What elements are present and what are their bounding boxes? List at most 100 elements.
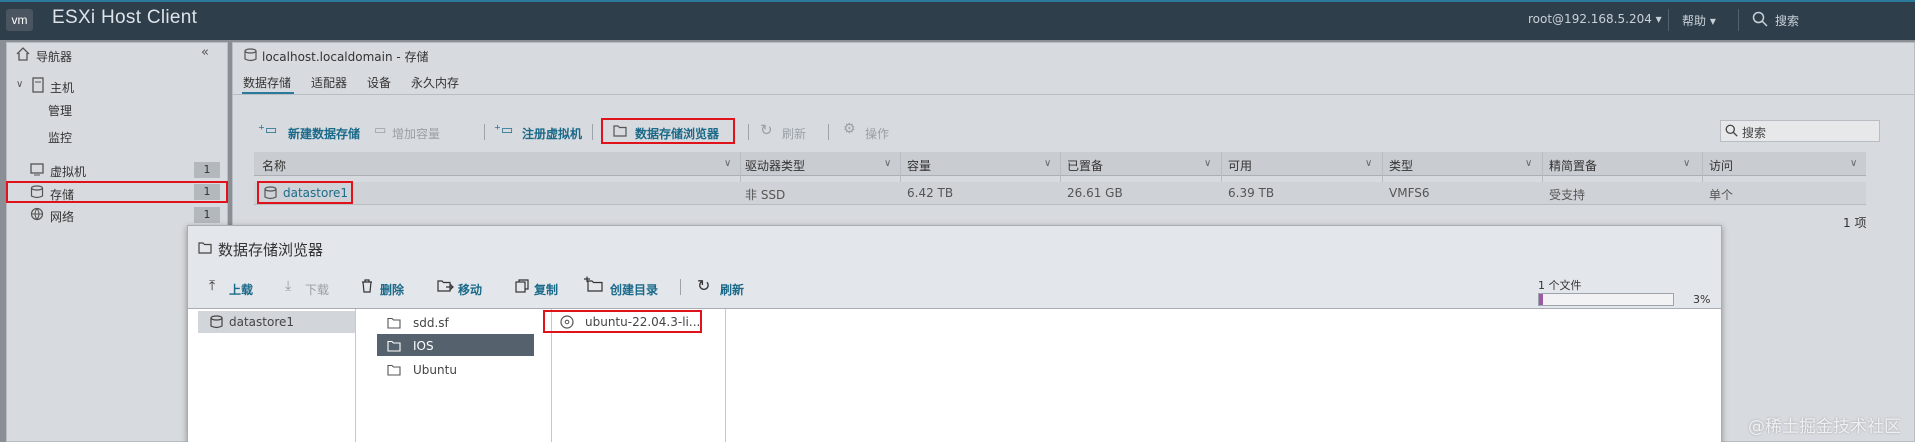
datastore-item[interactable]: datastore1: [229, 315, 294, 329]
toolbar-divider: [828, 124, 829, 140]
delete-button[interactable]: 删除: [380, 281, 404, 298]
folder-item[interactable]: sdd.sf: [413, 316, 449, 330]
table-row[interactable]: [254, 182, 1866, 204]
cell-name-link[interactable]: datastore1: [283, 186, 348, 200]
cell-free: 6.39 TB: [1228, 186, 1275, 200]
upload-progress-fill: [1539, 294, 1543, 305]
trash-icon: [361, 279, 373, 293]
header-divider: [1738, 9, 1739, 31]
tab-datastores[interactable]: 数据存储: [243, 74, 291, 91]
breadcrumb: localhost.localdomain - 存储: [262, 50, 429, 64]
vm-count-badge: 1: [194, 162, 220, 178]
new-datastore-icon: ⁺▭: [258, 123, 278, 138]
collapse-icon[interactable]: «: [201, 45, 209, 60]
copy-icon: [515, 279, 529, 293]
datastore-icon: [264, 186, 277, 200]
column-header-capacity[interactable]: 容量: [907, 157, 931, 174]
actions-button[interactable]: 操作: [865, 125, 889, 142]
progress-label: 1 个文件: [1538, 279, 1582, 292]
chevron-down-icon[interactable]: ∨: [1044, 158, 1051, 169]
host-icon: [32, 77, 44, 93]
cell-access: 单个: [1709, 188, 1734, 202]
chevron-down-icon[interactable]: ∨: [1683, 158, 1690, 169]
chevron-down-icon[interactable]: ∨: [1850, 158, 1857, 169]
upload-icon: ⤒: [209, 278, 216, 294]
watermark: @稀土掘金技术社区: [1748, 417, 1901, 437]
chevron-down-icon[interactable]: ∨: [16, 79, 23, 90]
navigator-icon: [15, 46, 31, 62]
cell-drive-type: 非 SSD: [745, 188, 786, 202]
app-title: ESXi Host Client: [52, 7, 198, 28]
column-header-thin-provisioning[interactable]: 精简置备: [1549, 157, 1597, 174]
tab-devices[interactable]: 设备: [367, 74, 391, 91]
increase-capacity-button[interactable]: 增加容量: [392, 125, 440, 142]
register-vm-icon: ⁺▭: [494, 123, 514, 138]
datastore-browser-button[interactable]: 数据存储浏览器: [635, 125, 719, 142]
folder-item-label[interactable]: IOS: [413, 339, 434, 353]
copy-button[interactable]: 复制: [534, 281, 558, 298]
sidebar-item-network[interactable]: 网络: [50, 208, 74, 225]
column-header-access[interactable]: 访问: [1709, 157, 1733, 174]
column-header-drive-type[interactable]: 驱动器类型: [745, 157, 805, 174]
search-icon[interactable]: [1752, 11, 1768, 27]
move-icon: [437, 279, 455, 293]
storage-icon: [30, 185, 44, 199]
network-count-badge: 1: [194, 207, 220, 223]
grid-search-placeholder: 搜索: [1742, 126, 1767, 140]
folder-icon: [387, 317, 401, 329]
download-icon: ⤓: [285, 278, 292, 294]
dialog-refresh-button[interactable]: 刷新: [720, 281, 744, 298]
toolbar-divider: [484, 124, 485, 140]
column-header-name[interactable]: 名称: [262, 157, 286, 174]
folder-icon: [198, 241, 212, 254]
chevron-down-icon[interactable]: ∨: [1204, 158, 1211, 169]
disc-icon: [560, 315, 574, 329]
vm-logo: vm: [6, 9, 33, 31]
search-icon: [1725, 124, 1738, 137]
column-header-type[interactable]: 类型: [1389, 157, 1413, 174]
header-divider: [1668, 9, 1669, 31]
folder-item[interactable]: Ubuntu: [413, 363, 457, 377]
chevron-down-icon[interactable]: ∨: [1525, 158, 1532, 169]
chevron-down-icon[interactable]: ∨: [724, 158, 731, 169]
item-count: 1 项: [1843, 216, 1867, 230]
column-header-provisioned[interactable]: 已置备: [1067, 157, 1103, 174]
register-vm-button[interactable]: 注册虚拟机: [522, 125, 582, 142]
sidebar-item-manage[interactable]: 管理: [48, 102, 72, 119]
chevron-down-icon[interactable]: ∨: [884, 158, 891, 169]
datastore-icon: [244, 48, 257, 62]
chevron-down-icon[interactable]: ∨: [1365, 158, 1372, 169]
upload-button[interactable]: 上载: [229, 281, 253, 298]
gear-icon: ⚙: [843, 121, 856, 137]
storage-count-badge: 1: [194, 184, 220, 200]
sidebar-item-host[interactable]: 主机: [50, 79, 74, 96]
column-header-free[interactable]: 可用: [1228, 157, 1252, 174]
tab-persistent-memory[interactable]: 永久内存: [411, 74, 459, 91]
new-folder-icon: [584, 276, 604, 293]
refresh-button[interactable]: 刷新: [782, 125, 806, 142]
download-button[interactable]: 下载: [305, 281, 329, 298]
refresh-icon: ↻: [697, 276, 711, 295]
create-directory-button[interactable]: 创建目录: [610, 281, 658, 298]
new-datastore-button[interactable]: 新建数据存储: [288, 125, 360, 142]
pane-separator: [355, 309, 356, 442]
sidebar-item-storage[interactable]: 存储: [50, 186, 74, 203]
tab-adapters[interactable]: 适配器: [311, 74, 347, 91]
header-search[interactable]: 搜索: [1775, 12, 1799, 29]
help-menu[interactable]: 帮助 ▾: [1682, 12, 1716, 29]
network-icon: [30, 207, 44, 221]
move-button[interactable]: 移动: [458, 281, 482, 298]
tabs-divider: [232, 94, 1915, 95]
folder-open-icon: [387, 340, 401, 352]
toolbar-divider: [748, 124, 749, 140]
refresh-icon: ↻: [760, 121, 773, 139]
pane-separator: [725, 309, 726, 442]
user-menu[interactable]: root@192.168.5.204 ▾: [1528, 12, 1662, 26]
toolbar-divider: [680, 279, 681, 295]
cell-capacity: 6.42 TB: [907, 186, 954, 200]
sidebar-item-monitor[interactable]: 监控: [48, 129, 72, 146]
sidebar-item-vms[interactable]: 虚拟机: [50, 163, 86, 180]
upload-progress-bar: [1538, 293, 1674, 306]
folder-icon: [387, 364, 401, 376]
file-item[interactable]: ubuntu-22.04.3-li...: [585, 315, 700, 329]
